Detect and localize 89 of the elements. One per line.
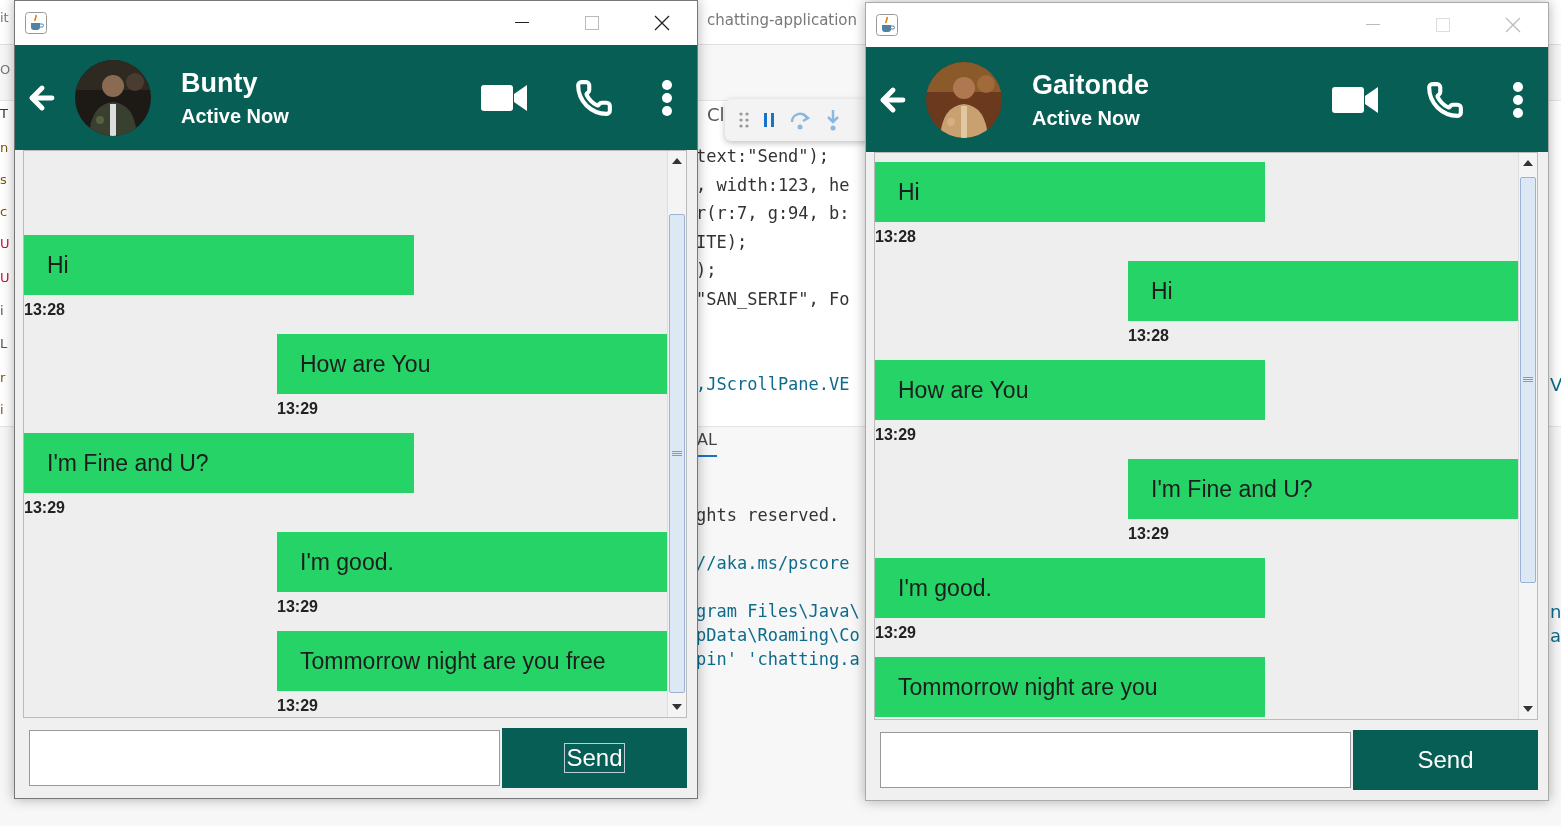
maximize-icon <box>585 16 599 30</box>
code-line: ,JScrollPane.VE <box>696 374 850 394</box>
scrollbar[interactable] <box>1518 153 1537 719</box>
message-time: 13:29 <box>277 400 318 418</box>
sidebar-text: T <box>0 106 8 121</box>
video-call-button[interactable] <box>1332 85 1378 114</box>
sidebar-text: L <box>0 336 8 351</box>
sidebar-text: c <box>0 204 8 219</box>
call-button[interactable] <box>575 78 613 117</box>
more-icon <box>1512 81 1524 118</box>
sidebar-text: r <box>0 370 6 385</box>
maximize-icon <box>1436 18 1450 32</box>
minimize-icon <box>515 22 529 24</box>
code-fragment: a <box>1550 625 1561 646</box>
sidebar-text: O <box>0 62 11 77</box>
terminal-line: //aka.ms/pscore <box>696 553 850 573</box>
code-line: ITE); <box>696 232 748 252</box>
message-bubble: Hi <box>24 235 414 295</box>
sidebar-text: s <box>0 172 7 187</box>
message-time: 13:29 <box>277 598 318 616</box>
scroll-thumb[interactable] <box>1520 177 1536 584</box>
phone-icon <box>1426 80 1464 119</box>
drag-handle-icon[interactable] <box>739 112 749 128</box>
down-arrow-icon <box>672 704 682 710</box>
terminal-line: pin' 'chatting.a <box>696 649 860 669</box>
code-line: , width:123, he <box>696 175 850 195</box>
contact-name: Gaitonde <box>1032 69 1150 101</box>
code-line: ); <box>696 260 717 280</box>
message-bubble: How are You <box>277 334 667 394</box>
step-over-icon[interactable] <box>789 110 811 130</box>
sidebar-text: n <box>0 140 9 155</box>
code-line: "SAN_SERIF", Fo <box>696 289 850 309</box>
message-time: 13:28 <box>875 228 916 246</box>
terminal-line: pData\Roaming\Co <box>696 625 860 645</box>
up-arrow-icon <box>1523 160 1533 166</box>
video-camera-icon <box>481 83 527 112</box>
contact-name: Bunty <box>181 67 259 99</box>
sidebar-text: i <box>0 303 4 318</box>
pause-icon[interactable] <box>763 112 775 128</box>
call-button[interactable] <box>1426 80 1464 119</box>
scrollbar[interactable] <box>667 151 686 717</box>
message-time: 13:28 <box>24 301 65 319</box>
sidebar-text: U <box>0 236 10 251</box>
message-bubble: I'm Fine and U? <box>1128 459 1518 519</box>
minimize-icon <box>1366 24 1380 26</box>
terminal-line: gram Files\Java\ <box>696 601 860 621</box>
message-bubble: Tommorrow night are you <box>875 657 1265 717</box>
message-time: 13:29 <box>875 426 916 444</box>
up-arrow-icon <box>672 158 682 164</box>
terminal-line: ghts reserved. <box>696 505 840 525</box>
message-bubble: Tommorrow night are you free <box>277 631 667 691</box>
message-time: 13:29 <box>1128 525 1169 543</box>
message-bubble: I'm good. <box>277 532 667 592</box>
message-bubble: Hi <box>875 162 1265 222</box>
contact-status: Active Now <box>181 104 290 128</box>
video-call-button[interactable] <box>481 83 527 112</box>
sidebar-text: i <box>0 402 4 417</box>
code-fragment: n <box>1550 601 1561 622</box>
message-bubble: Hi <box>1128 261 1518 321</box>
sidebar-text: U <box>0 270 10 285</box>
phone-icon <box>575 78 613 117</box>
code-line: text:"Send"); <box>696 146 830 166</box>
close-icon <box>654 15 670 31</box>
editor-tab[interactable]: Cl <box>707 104 725 125</box>
message-bubble: I'm Fine and U? <box>24 433 414 493</box>
message-input-field[interactable] <box>880 732 1351 788</box>
message-bubble: How are You <box>875 360 1265 420</box>
code-line: r(r:7, g:94, b: <box>696 203 850 223</box>
message-time: 13:29 <box>24 499 65 517</box>
close-icon <box>1505 17 1521 33</box>
message-time: 13:29 <box>875 624 916 642</box>
video-camera-icon <box>1332 85 1378 114</box>
down-arrow-icon <box>1523 706 1533 712</box>
message-time: 13:28 <box>1128 327 1169 345</box>
more-button[interactable] <box>661 79 673 116</box>
step-into-icon[interactable] <box>825 109 841 131</box>
message-input-field[interactable] <box>29 730 500 786</box>
window-title: chatting-application <box>707 11 858 29</box>
send-button[interactable]: Send <box>1353 730 1538 790</box>
more-icon <box>661 79 673 116</box>
send-button[interactable]: Send <box>502 728 687 788</box>
message-time: 13:29 <box>277 697 318 715</box>
scroll-thumb[interactable] <box>669 214 685 693</box>
java-cup-icon <box>25 12 47 34</box>
contact-status: Active Now <box>1032 106 1141 130</box>
java-cup-icon <box>876 14 898 36</box>
more-button[interactable] <box>1512 81 1524 118</box>
sidebar-text: it <box>0 10 9 25</box>
message-bubble: I'm good. <box>875 558 1265 618</box>
